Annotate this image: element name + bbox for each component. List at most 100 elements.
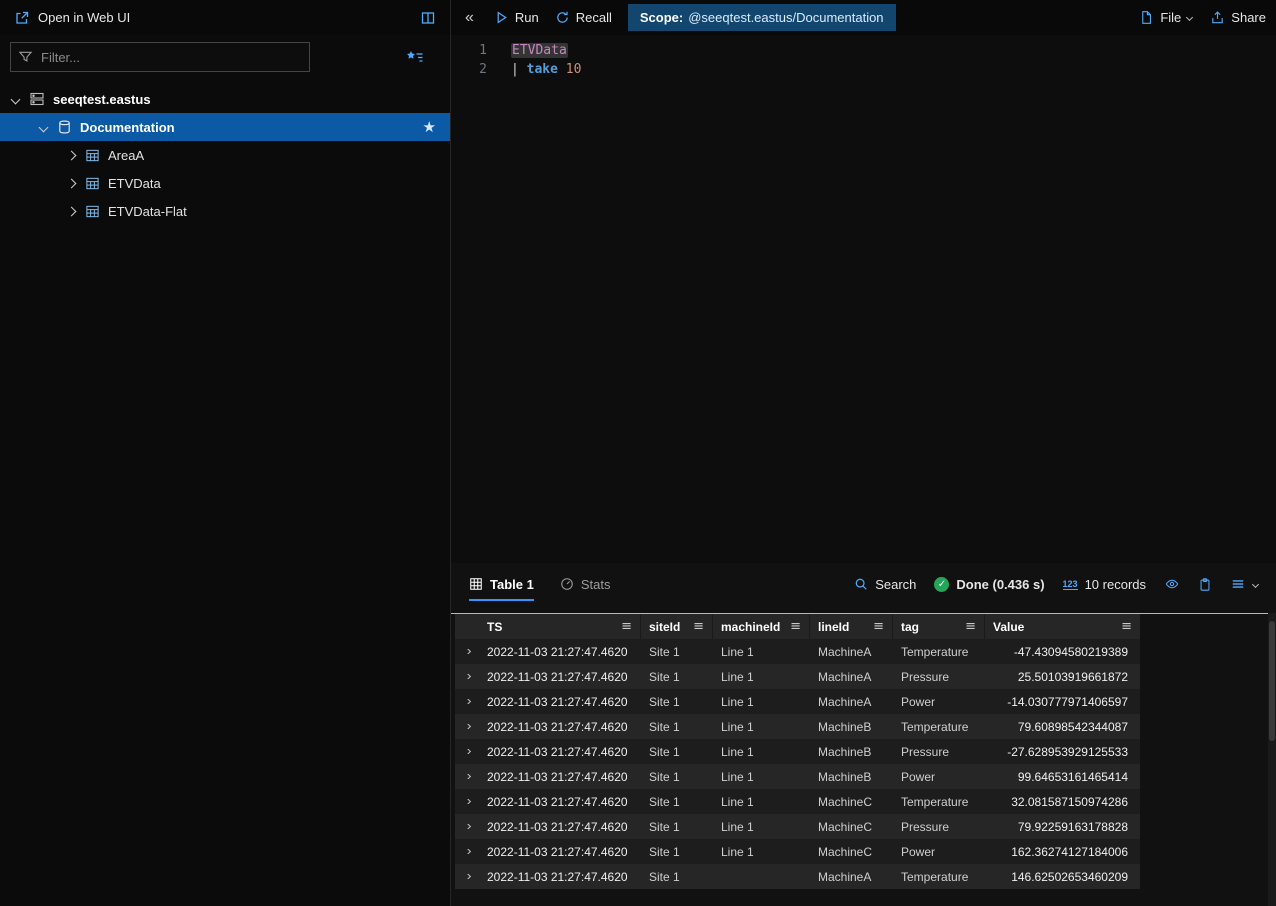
search-label: Search <box>875 577 916 592</box>
table-row[interactable]: 2022-11-03 21:27:47.4620Site 1Line 1Mach… <box>455 839 1140 864</box>
run-button[interactable]: Run <box>494 10 539 25</box>
tab-table-1-label: Table 1 <box>490 577 534 592</box>
results-controls: Search ✓ Done (0.436 s) 123 10 records <box>854 577 1258 592</box>
row-expander[interactable] <box>455 724 479 729</box>
column-menu-icon[interactable]: ≡ <box>873 619 884 634</box>
column-menu-icon[interactable]: ≡ <box>790 619 801 634</box>
connection-tree: seeqtest.eastus Documentation ★ <box>0 85 450 225</box>
tab-stats[interactable]: Stats <box>560 563 611 605</box>
cell-lineId: MachineA <box>810 695 893 709</box>
table-row[interactable]: 2022-11-03 21:27:47.4620Site 1MachineATe… <box>455 864 1140 889</box>
tree-item-table-etvdata-flat[interactable]: ETVData-Flat <box>0 197 450 225</box>
cell-Value: -27.628953929125533 <box>985 745 1140 759</box>
token-number: 10 <box>566 62 582 77</box>
cell-machineId: Line 1 <box>713 670 810 684</box>
column-menu-icon[interactable]: ≡ <box>621 619 632 634</box>
filter-favorites-icon[interactable] <box>406 49 424 65</box>
filter-row <box>0 35 450 79</box>
tab-table-1[interactable]: Table 1 <box>469 563 534 605</box>
column-header-tag[interactable]: tag≡ <box>893 614 985 639</box>
tree-item-table-etvdata[interactable]: ETVData <box>0 169 450 197</box>
cell-machineId: Line 1 <box>713 720 810 734</box>
column-header-ts[interactable]: TS≡ <box>479 614 641 639</box>
row-expander[interactable] <box>455 749 479 754</box>
column-label: siteId <box>649 620 680 634</box>
query-editor[interactable]: 1 ETVData 2 | take 10 <box>451 35 1276 563</box>
chevron-right-icon <box>463 874 470 879</box>
chevron-down-icon[interactable] <box>11 94 21 104</box>
chevron-right-icon <box>463 749 470 754</box>
column-header-siteid[interactable]: siteId ≡ <box>641 614 713 639</box>
code-line-1: ETVData <box>511 41 568 60</box>
favorite-star-icon[interactable]: ★ <box>423 118 436 136</box>
results-tab-bar: Table 1 Stats <box>451 563 1276 605</box>
tree-item-table-areaa[interactable]: AreaA <box>0 141 450 169</box>
column-menu-icon[interactable]: ≡ <box>965 619 976 634</box>
cell-tag: Pressure <box>893 670 985 684</box>
layout-menu-button[interactable] <box>1230 577 1258 591</box>
cell-siteId: Site 1 <box>641 795 713 809</box>
table-row[interactable]: 2022-11-03 21:27:47.4620Site 1Line 1Mach… <box>455 814 1140 839</box>
table-row[interactable]: 2022-11-03 21:27:47.4620Site 1Line 1Mach… <box>455 764 1140 789</box>
row-expander[interactable] <box>455 799 479 804</box>
cell-siteId: Site 1 <box>641 695 713 709</box>
cell-TS: 2022-11-03 21:27:47.4620 <box>479 870 641 884</box>
cell-Value: 146.62502653460209 <box>985 870 1140 884</box>
chevron-down-icon <box>1186 14 1193 21</box>
copy-results-button[interactable] <box>1198 577 1212 592</box>
recall-button[interactable]: Recall <box>555 10 612 25</box>
chevron-down-icon[interactable] <box>39 122 49 132</box>
row-expander[interactable] <box>455 874 479 879</box>
row-expander[interactable] <box>455 774 479 779</box>
chevron-right-icon[interactable] <box>67 150 77 160</box>
chevron-right-icon <box>463 774 470 779</box>
row-expander[interactable] <box>455 824 479 829</box>
recall-icon <box>555 10 570 25</box>
table-row[interactable]: 2022-11-03 21:27:47.4620Site 1Line 1Mach… <box>455 664 1140 689</box>
split-panel-icon[interactable] <box>420 10 436 26</box>
cell-machineId: Line 1 <box>713 645 810 659</box>
cell-lineId: MachineA <box>810 670 893 684</box>
tree-item-cluster[interactable]: seeqtest.eastus <box>0 85 450 113</box>
open-in-web-ui-link[interactable]: Open in Web UI <box>38 10 130 25</box>
cell-TS: 2022-11-03 21:27:47.4620 <box>479 720 641 734</box>
scope-selector[interactable]: Scope: @seeqtest.eastus/Documentation <box>628 4 896 31</box>
cell-TS: 2022-11-03 21:27:47.4620 <box>479 745 641 759</box>
column-header-lineid[interactable]: lineId≡ <box>810 614 893 639</box>
column-visibility-button[interactable] <box>1164 577 1180 591</box>
grid-icon <box>469 577 483 591</box>
column-menu-icon[interactable]: ≡ <box>693 619 704 634</box>
tree-item-database[interactable]: Documentation ★ <box>0 113 450 141</box>
cell-lineId: MachineB <box>810 745 893 759</box>
chevron-right-icon[interactable] <box>67 178 77 188</box>
row-expander[interactable] <box>455 699 479 704</box>
cell-siteId: Site 1 <box>641 645 713 659</box>
collapse-sidebar-button[interactable]: « <box>461 9 478 27</box>
cell-tag: Temperature <box>893 795 985 809</box>
cell-Value: 32.081587150974286 <box>985 795 1140 809</box>
table-row[interactable]: 2022-11-03 21:27:47.4620Site 1Line 1Mach… <box>455 739 1140 764</box>
file-menu-button[interactable]: File <box>1139 10 1192 25</box>
column-menu-icon[interactable]: ≡ <box>1121 619 1132 634</box>
share-button[interactable]: Share <box>1210 10 1266 25</box>
table-row[interactable]: 2022-11-03 21:27:47.4620Site 1Line 1Mach… <box>455 714 1140 739</box>
filter-input[interactable] <box>10 42 310 72</box>
row-expander[interactable] <box>455 649 479 654</box>
column-header-machineid[interactable]: machineId≡ <box>713 614 810 639</box>
table-row[interactable]: 2022-11-03 21:27:47.4620Site 1Line 1Mach… <box>455 789 1140 814</box>
cell-tag: Power <box>893 770 985 784</box>
table-label: ETVData-Flat <box>108 204 187 219</box>
table-row[interactable]: 2022-11-03 21:27:47.4620Site 1Line 1Mach… <box>455 639 1140 664</box>
cell-lineId: MachineC <box>810 845 893 859</box>
results-scrollbar[interactable] <box>1268 613 1276 906</box>
search-button[interactable]: Search <box>854 577 916 592</box>
scrollbar-thumb[interactable] <box>1269 621 1275 741</box>
chevron-right-icon[interactable] <box>67 206 77 216</box>
column-header-value[interactable]: Value≡ <box>985 614 1140 639</box>
row-expander[interactable] <box>455 849 479 854</box>
row-expander[interactable] <box>455 674 479 679</box>
chevron-right-icon <box>463 699 470 704</box>
line-number: 1 <box>451 41 487 60</box>
table-row[interactable]: 2022-11-03 21:27:47.4620Site 1Line 1Mach… <box>455 689 1140 714</box>
cell-siteId: Site 1 <box>641 870 713 884</box>
